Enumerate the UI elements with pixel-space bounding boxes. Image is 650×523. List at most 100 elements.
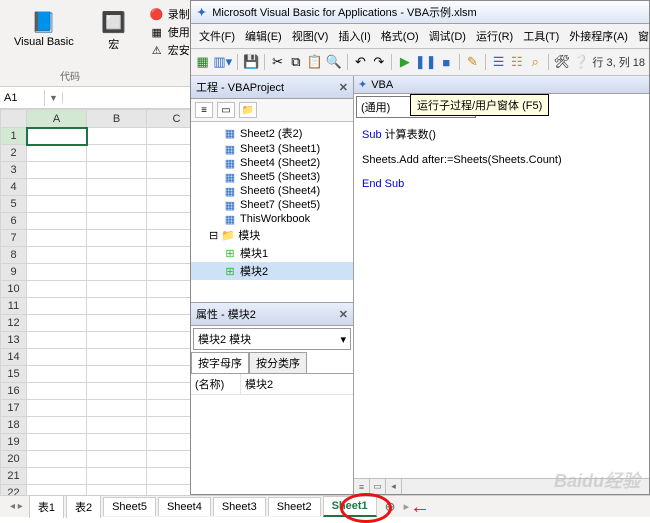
properties-object-dropdown[interactable]: 模块2 模块▾ — [193, 328, 351, 350]
properties-window-icon[interactable]: ☷ — [509, 52, 524, 72]
menu-view[interactable]: 视图(V) — [288, 26, 333, 46]
cut-icon[interactable]: ✂ — [270, 52, 285, 72]
row-header[interactable]: 7 — [1, 230, 27, 247]
tab-nav[interactable]: ◂ ▸ — [6, 501, 27, 512]
tree-sheet-item[interactable]: ▦Sheet2 (表2) — [191, 124, 353, 142]
toolbox-icon[interactable]: 🛠 — [554, 52, 571, 72]
tree-sheet-item[interactable]: ▦Sheet6 (Sheet4) — [191, 184, 353, 198]
properties-tab-alpha[interactable]: 按字母序 — [191, 352, 249, 373]
sheet-tab[interactable]: Sheet5 — [103, 497, 156, 516]
worksheet-icon: ▦ — [223, 171, 237, 183]
tree-sheet-item[interactable]: ▦Sheet5 (Sheet3) — [191, 170, 353, 184]
redo-icon[interactable]: ↷ — [371, 52, 386, 72]
row-header[interactable]: 2 — [1, 145, 27, 162]
paste-icon[interactable]: 📋 — [307, 52, 323, 72]
row-header[interactable]: 14 — [1, 349, 27, 366]
tree-sheet-item[interactable]: ▦Sheet3 (Sheet1) — [191, 142, 353, 156]
tab-scroll-right-icon[interactable]: ▸ — [404, 500, 410, 513]
properties-grid[interactable]: (名称) 模块2 — [191, 374, 353, 494]
menu-run[interactable]: 运行(R) — [472, 26, 517, 46]
view-excel-icon[interactable]: ▦ — [195, 52, 210, 72]
row-header[interactable]: 1 — [1, 128, 27, 145]
undo-icon[interactable]: ↶ — [353, 52, 368, 72]
reset-icon[interactable]: ■ — [439, 52, 454, 72]
visual-basic-button[interactable]: 📘 Visual Basic — [10, 6, 78, 50]
menu-format[interactable]: 格式(O) — [377, 26, 423, 46]
spreadsheet-grid[interactable]: A B C 1 2 3 4 5 6 7 8 9 10 11 12 13 14 1… — [0, 109, 207, 502]
row-header[interactable]: 4 — [1, 179, 27, 196]
new-sheet-button[interactable]: ⊕ — [379, 499, 402, 515]
help-icon[interactable]: ❔ — [573, 52, 589, 72]
row-header[interactable]: 12 — [1, 315, 27, 332]
menu-tools[interactable]: 工具(T) — [519, 26, 563, 46]
row-header[interactable]: 11 — [1, 298, 27, 315]
object-browser-icon[interactable]: ⌕ — [528, 52, 543, 72]
row-header[interactable]: 3 — [1, 162, 27, 179]
run-icon[interactable]: ▶ — [397, 52, 412, 72]
sheet-tab-active[interactable]: Sheet1 — [323, 496, 377, 517]
find-icon[interactable]: 🔍 — [326, 52, 342, 72]
row-header[interactable]: 6 — [1, 213, 27, 230]
worksheet-icon: ▦ — [223, 143, 237, 155]
row-header[interactable]: 5 — [1, 196, 27, 213]
select-all-corner[interactable] — [1, 110, 27, 128]
menu-addins[interactable]: 外接程序(A) — [565, 26, 632, 46]
save-icon[interactable]: 💾 — [243, 52, 259, 72]
copy-icon[interactable]: ⧉ — [288, 52, 303, 72]
code-hscroll[interactable]: ≡ ▭ ◂ — [354, 478, 649, 494]
project-explorer-icon[interactable]: ☰ — [491, 52, 506, 72]
row-header[interactable]: 16 — [1, 383, 27, 400]
row-header[interactable]: 10 — [1, 281, 27, 298]
menu-insert[interactable]: 插入(I) — [334, 26, 374, 46]
project-close-icon[interactable]: ✕ — [339, 81, 348, 94]
col-header[interactable]: A — [27, 110, 87, 128]
tree-sheet-item[interactable]: ▦Sheet7 (Sheet5) — [191, 198, 353, 212]
row-header[interactable]: 13 — [1, 332, 27, 349]
sheet-tab[interactable]: 表1 — [29, 495, 64, 518]
record-icon: 🔴 — [150, 7, 164, 21]
row-header[interactable]: 17 — [1, 400, 27, 417]
name-box-dropdown[interactable]: ▼ — [45, 93, 63, 103]
tree-modules-folder[interactable]: ⊟📁模块 — [191, 226, 353, 244]
menu-file[interactable]: 文件(F) — [195, 26, 239, 46]
run-tooltip: 运行子过程/用户窗体 (F5) — [410, 94, 549, 116]
row-header[interactable]: 8 — [1, 247, 27, 264]
properties-close-icon[interactable]: ✕ — [339, 308, 348, 321]
module-icon: ⊞ — [223, 265, 237, 277]
sheet-tab[interactable]: 表2 — [66, 495, 101, 518]
name-box[interactable]: A1 — [0, 90, 45, 106]
project-tree[interactable]: ▦Sheet2 (表2) ▦Sheet3 (Sheet1) ▦Sheet4 (S… — [191, 122, 353, 302]
menu-edit[interactable]: 编辑(E) — [241, 26, 286, 46]
scroll-left-icon[interactable]: ◂ — [386, 479, 402, 494]
row-header[interactable]: 21 — [1, 468, 27, 485]
tree-sheet-item[interactable]: ▦Sheet4 (Sheet2) — [191, 156, 353, 170]
insert-dropdown-icon[interactable]: ▥▾ — [213, 52, 232, 72]
proc-view-icon[interactable]: ≡ — [354, 479, 370, 494]
menu-window[interactable]: 窗口( — [634, 26, 650, 46]
break-icon[interactable]: ❚❚ — [416, 52, 436, 72]
menu-debug[interactable]: 调试(D) — [425, 26, 470, 46]
row-header[interactable]: 9 — [1, 264, 27, 281]
sheet-tab[interactable]: Sheet4 — [158, 497, 211, 516]
view-code-icon[interactable]: ≡ — [195, 102, 213, 118]
tree-workbook-item[interactable]: ▦ThisWorkbook — [191, 212, 353, 226]
row-header[interactable]: 15 — [1, 366, 27, 383]
design-mode-icon[interactable]: ✎ — [465, 52, 480, 72]
macro-button[interactable]: 🔲 宏 — [96, 6, 132, 54]
vba-titlebar[interactable]: ✦ Microsoft Visual Basic for Application… — [191, 1, 649, 24]
view-object-icon[interactable]: ▭ — [217, 102, 235, 118]
row-header[interactable]: 20 — [1, 451, 27, 468]
code-editor[interactable]: Sub 计算表数() Sheets.Add after:=Sheets(Shee… — [354, 120, 649, 478]
tree-module-item[interactable]: ⊞模块2 — [191, 262, 353, 280]
properties-tab-category[interactable]: 按分类序 — [249, 352, 307, 373]
property-name-value[interactable]: 模块2 — [241, 374, 277, 394]
col-header[interactable]: B — [87, 110, 147, 128]
tree-module-item[interactable]: ⊞模块1 — [191, 244, 353, 262]
toggle-folders-icon[interactable]: 📁 — [239, 102, 257, 118]
sheet-tab[interactable]: Sheet2 — [268, 497, 321, 516]
row-header[interactable]: 18 — [1, 417, 27, 434]
cell-a1[interactable] — [27, 128, 87, 145]
full-view-icon[interactable]: ▭ — [370, 479, 386, 494]
row-header[interactable]: 19 — [1, 434, 27, 451]
sheet-tab[interactable]: Sheet3 — [213, 497, 266, 516]
